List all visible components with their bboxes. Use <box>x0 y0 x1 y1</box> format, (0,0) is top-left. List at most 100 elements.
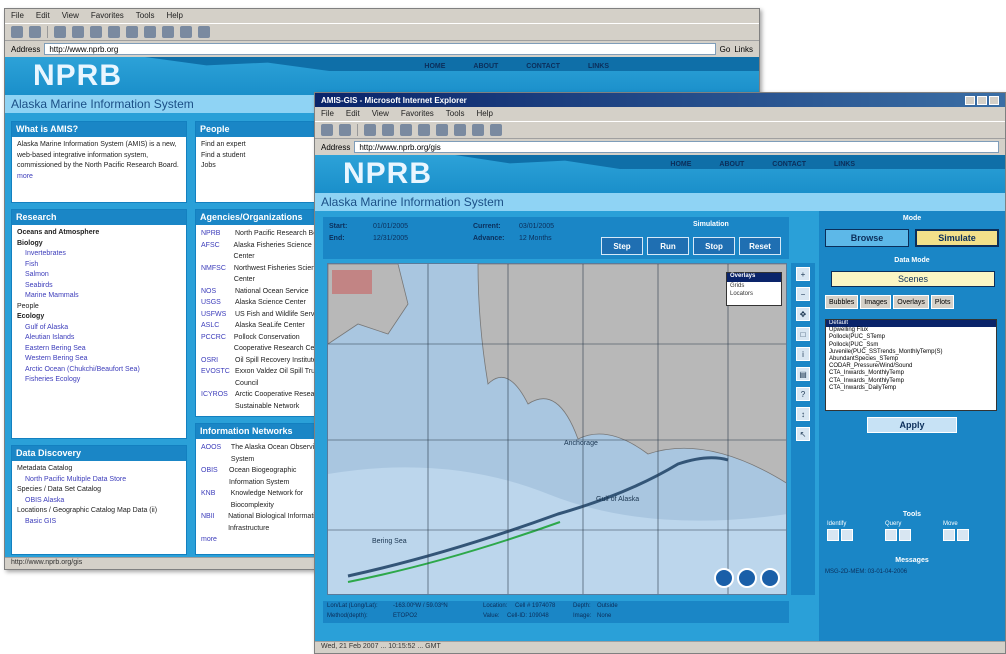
research-item[interactable]: Eastern Bering Sea <box>17 344 181 355</box>
history-icon[interactable] <box>162 26 174 38</box>
reset-button[interactable]: Reset <box>739 237 781 255</box>
network-row-abbr[interactable]: more <box>201 534 227 546</box>
home-icon[interactable] <box>90 26 102 38</box>
agency-row-abbr[interactable]: USFWS <box>201 309 227 321</box>
home-icon[interactable] <box>400 124 412 136</box>
mail-icon[interactable] <box>490 124 502 136</box>
research-item[interactable]: Arctic Ocean (Chukchi/Beaufort Sea) <box>17 365 181 376</box>
stop-icon[interactable] <box>54 26 66 38</box>
menu-file[interactable]: File <box>321 109 334 119</box>
agency-row[interactable]: USFWS US Fish and Wildlife Service <box>201 309 329 321</box>
full-extent-icon[interactable]: □ <box>796 327 810 341</box>
network-row[interactable]: NBII National Biological Information Infr… <box>201 511 329 534</box>
stop-button[interactable]: Stop <box>693 237 735 255</box>
people-item-expert[interactable]: Find an expert <box>201 140 329 151</box>
overlay-locators[interactable]: Locators <box>727 290 781 298</box>
stop-icon[interactable] <box>364 124 376 136</box>
network-row-abbr[interactable]: NBII <box>201 511 220 534</box>
nav-home[interactable]: HOME <box>670 161 691 168</box>
print-map-icon[interactable]: ▤ <box>796 367 810 381</box>
scene-list-item[interactable]: Pollock(PUC_Ssm <box>826 342 996 349</box>
menu-help[interactable]: Help <box>476 109 492 119</box>
research-item[interactable]: Seabirds <box>17 281 181 292</box>
agency-row-abbr[interactable]: ICYROS <box>201 389 228 412</box>
agency-row-abbr[interactable]: PCCRC <box>201 332 226 355</box>
agency-row[interactable]: NOS National Ocean Service <box>201 286 329 298</box>
agency-row-abbr[interactable]: OSRI <box>201 355 227 367</box>
agency-row-abbr[interactable]: NMFSC <box>201 263 226 286</box>
network-row[interactable]: AOOS The Alaska Ocean Observing System <box>201 442 329 465</box>
measure-icon[interactable]: ↕ <box>796 407 810 421</box>
media-icon[interactable] <box>144 26 156 38</box>
menu-edit[interactable]: Edit <box>36 11 50 21</box>
network-row-abbr[interactable]: KNB <box>201 488 223 511</box>
scene-listbox[interactable]: Default Upwelling Flux Pollock(PUC_STemp Po… <box>825 319 997 411</box>
what-is-amis-more-link[interactable]: more <box>17 173 33 180</box>
agency-row[interactable]: ASLC Alaska SeaLife Center <box>201 320 329 332</box>
maximize-button[interactable] <box>977 95 987 105</box>
research-item[interactable]: Marine Mammals <box>17 291 181 302</box>
favorites-icon[interactable] <box>126 26 138 38</box>
data-discovery-item[interactable]: North Pacific Multiple Data Store <box>17 475 181 486</box>
back-icon[interactable] <box>11 26 23 38</box>
network-row[interactable]: more <box>201 534 329 546</box>
scene-list-item[interactable]: CTA_Inwards_DailyTemp <box>826 385 996 392</box>
pan-icon[interactable]: ✥ <box>796 307 810 321</box>
data-discovery-item[interactable]: OBIS Alaska <box>17 496 181 507</box>
menu-tools[interactable]: Tools <box>446 109 465 119</box>
agency-row[interactable]: PCCRC Pollock Conservation Cooperative Re… <box>201 332 329 355</box>
data-discovery-item[interactable]: Basic GIS <box>17 517 181 528</box>
nav-home[interactable]: HOME <box>424 63 445 70</box>
menu-help[interactable]: Help <box>166 11 182 21</box>
agency-row[interactable]: AFSC Alaska Fisheries Science Center <box>201 240 329 263</box>
move-clear-icon[interactable] <box>957 529 969 541</box>
tab-plots[interactable]: Plots <box>930 295 955 309</box>
scenes-button[interactable]: Scenes <box>831 271 995 287</box>
identify-icon[interactable]: i <box>796 347 810 361</box>
overlays-popup[interactable]: Overlays Grids Locators <box>726 272 782 306</box>
nprb-logo[interactable]: NPRB <box>343 157 432 191</box>
network-row[interactable]: OBIS Ocean Biogeographic Information Syst… <box>201 465 329 488</box>
agency-row[interactable]: OSRI Oil Spill Recovery Institute <box>201 355 329 367</box>
back-icon[interactable] <box>321 124 333 136</box>
search-icon[interactable] <box>108 26 120 38</box>
menu-edit[interactable]: Edit <box>346 109 360 119</box>
nav-links[interactable]: LINKS <box>834 161 855 168</box>
menu-favorites[interactable]: Favorites <box>91 11 124 21</box>
scene-list-item[interactable]: CODAR_Pressure/Wind/Sound <box>826 363 996 370</box>
agency-row[interactable]: USGS Alaska Science Center <box>201 297 329 309</box>
nav-contact[interactable]: CONTACT <box>526 63 560 70</box>
search-icon[interactable] <box>418 124 430 136</box>
address-input[interactable]: http://www.nprb.org <box>44 43 716 55</box>
favorites-icon[interactable] <box>436 124 448 136</box>
tab-images[interactable]: Images <box>860 295 892 309</box>
agency-row[interactable]: ICYROS Arctic Cooperative Research Sustai… <box>201 389 329 412</box>
network-row[interactable]: KNB Knowledge Network for Biocomplexity <box>201 488 329 511</box>
research-item[interactable]: Aleutian Islands <box>17 333 181 344</box>
menu-file[interactable]: File <box>11 11 24 21</box>
nav-contact[interactable]: CONTACT <box>772 161 806 168</box>
simulate-button[interactable]: Simulate <box>915 229 999 247</box>
menu-view[interactable]: View <box>62 11 79 21</box>
scene-list-item[interactable]: Juvenile(PUC_SSTrends_MonthlyTemp(S) <box>826 349 996 356</box>
agency-row[interactable]: NMFSC Northwest Fisheries Science Center <box>201 263 329 286</box>
nprb-logo[interactable]: NPRB <box>33 59 122 93</box>
identify-tool-icon[interactable] <box>827 529 839 541</box>
agency-row-abbr[interactable]: AFSC <box>201 240 226 263</box>
people-item-jobs[interactable]: Jobs <box>201 161 329 172</box>
history-icon[interactable] <box>472 124 484 136</box>
address-input[interactable]: http://www.nprb.org/gis <box>354 141 999 153</box>
links-button[interactable]: Links <box>734 45 753 54</box>
scene-list-item[interactable]: Default <box>826 320 996 328</box>
print-icon[interactable] <box>198 26 210 38</box>
zoom-in-icon[interactable]: + <box>796 267 810 281</box>
research-item[interactable]: Gulf of Alaska <box>17 323 181 334</box>
research-item[interactable]: Salmon <box>17 270 181 281</box>
run-button[interactable]: Run <box>647 237 689 255</box>
query-icon[interactable]: ? <box>796 387 810 401</box>
scene-list-item[interactable]: AbundantSpecies_STemp <box>826 356 996 363</box>
agency-row-abbr[interactable]: ASLC <box>201 320 227 332</box>
overlay-grids[interactable]: Grids <box>727 282 781 290</box>
browse-button[interactable]: Browse <box>825 229 909 247</box>
research-item[interactable]: Western Bering Sea <box>17 354 181 365</box>
